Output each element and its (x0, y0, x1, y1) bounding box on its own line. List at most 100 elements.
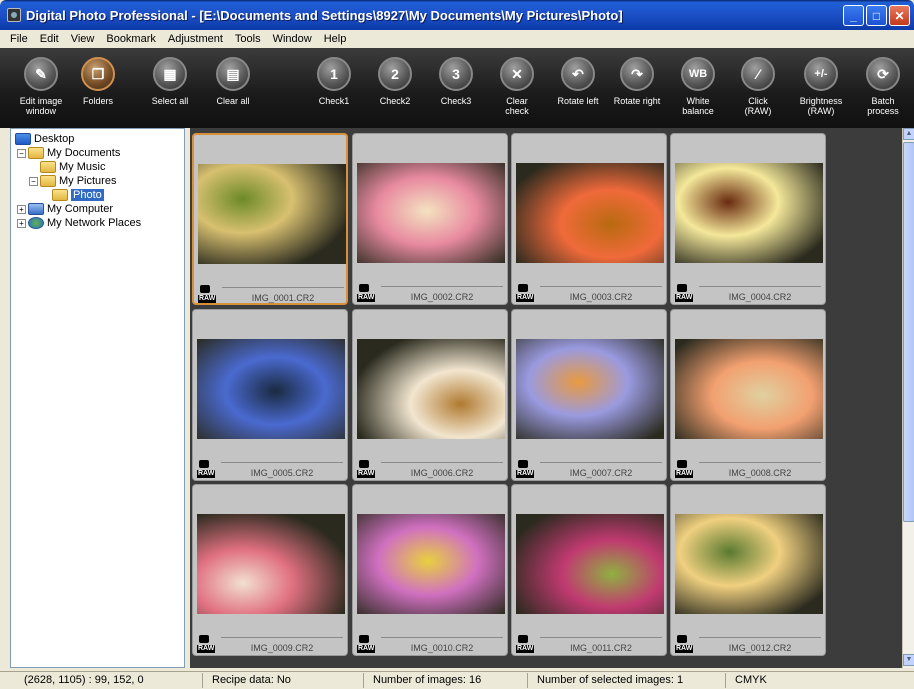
white-balance-icon: WB (681, 57, 715, 91)
menu-adjustment[interactable]: Adjustment (162, 33, 229, 45)
menu-bar: File Edit View Bookmark Adjustment Tools… (0, 30, 914, 48)
status-divider (363, 673, 364, 688)
vertical-scrollbar[interactable]: ▲ ▼ (902, 128, 914, 668)
collapse-expander[interactable]: − (17, 148, 26, 158)
thumbnail-card[interactable]: RAW IMG_0008.CR2 (670, 309, 826, 481)
thumbnail-image (197, 339, 345, 439)
check3-button[interactable]: 3 Check3 (426, 48, 486, 128)
thumbnail-card[interactable]: RAW IMG_0006.CR2 (352, 309, 508, 481)
menu-bookmark[interactable]: Bookmark (100, 33, 162, 45)
folders-button[interactable]: ❐ Folders (68, 48, 128, 128)
click-raw-button[interactable]: ⁄ Click (RAW) (728, 48, 788, 128)
brightness-raw-button[interactable]: +/- Brightness (RAW) (791, 48, 851, 128)
thumbnail-card[interactable]: RAW IMG_0012.CR2 (670, 484, 826, 656)
tree-item-my-network-places[interactable]: + My Network Places (15, 216, 180, 230)
thumbnail-image (357, 163, 505, 263)
menu-help[interactable]: Help (318, 33, 353, 45)
menu-window[interactable]: Window (267, 33, 318, 45)
app-icon[interactable] (7, 8, 21, 22)
collapse-expander[interactable]: − (29, 176, 38, 186)
thumbnail-separator (221, 637, 343, 638)
thumbnail-filename: IMG_0007.CR2 (569, 468, 633, 478)
edit-image-window-button[interactable]: ✎ Edit image window (11, 48, 71, 128)
brightness-raw-label: Brightness (RAW) (799, 96, 843, 116)
folder-icon (52, 189, 68, 201)
tree-item-my-music[interactable]: My Music (15, 160, 180, 174)
camera-icon (199, 460, 209, 468)
scroll-up-button[interactable]: ▲ (903, 128, 914, 140)
thumbnail-card[interactable]: RAW IMG_0011.CR2 (511, 484, 667, 656)
check2-label: Check2 (379, 96, 411, 106)
title-bar[interactable]: Digital Photo Professional - [E:\Documen… (0, 0, 914, 30)
check1-button[interactable]: 1 Check1 (304, 48, 364, 128)
clear-all-label: Clear all (216, 96, 250, 106)
raw-badge: RAW (198, 295, 217, 303)
thumbnail-card[interactable]: RAW IMG_0001.CR2 (192, 133, 348, 305)
camera-icon (359, 460, 369, 468)
thumbnail-image (198, 164, 346, 264)
batch-process-button[interactable]: ⟳ Batch process (853, 48, 913, 128)
expand-expander[interactable]: + (17, 218, 26, 228)
status-num-images: Number of images: 16 (373, 674, 482, 686)
thumbnail-card[interactable]: RAW IMG_0005.CR2 (192, 309, 348, 481)
camera-icon (518, 460, 528, 468)
select-all-button[interactable]: ▦ Select all (140, 48, 200, 128)
thumbnail-card[interactable]: RAW IMG_0002.CR2 (352, 133, 508, 305)
brightness-icon: +/- (804, 57, 838, 91)
thumbnail-image (357, 339, 505, 439)
menu-view[interactable]: View (65, 33, 101, 45)
scroll-thumb[interactable] (903, 142, 914, 522)
expand-expander[interactable]: + (17, 204, 26, 214)
thumbnail-separator (222, 287, 344, 288)
check2-button[interactable]: 2 Check2 (365, 48, 425, 128)
rotate-right-button[interactable]: ↷ Rotate right (607, 48, 667, 128)
thumbnail-separator (381, 462, 503, 463)
camera-icon (199, 635, 209, 643)
thumbnail-image (675, 514, 823, 614)
menu-file[interactable]: File (4, 33, 34, 45)
tree-item-label: My Network Places (47, 217, 142, 229)
thumbnail-image (516, 514, 664, 614)
raw-badge: RAW (516, 294, 535, 302)
edit-image-window-icon: ✎ (24, 57, 58, 91)
thumbnail-filename: IMG_0010.CR2 (410, 643, 474, 653)
thumbnail-card[interactable]: RAW IMG_0010.CR2 (352, 484, 508, 656)
tree-item-label: Desktop (34, 133, 75, 145)
tree-item-photo[interactable]: Photo (15, 188, 180, 202)
thumbnail-grid[interactable]: RAW IMG_0001.CR2 RAW IMG_0002.CR2 RAW IMG_000… (190, 128, 902, 668)
check2-icon: 2 (378, 57, 412, 91)
status-divider (527, 673, 528, 688)
thumbnail-filename: IMG_0012.CR2 (728, 643, 792, 653)
click-raw-label: Click (RAW) (744, 96, 772, 116)
menu-edit[interactable]: Edit (34, 33, 65, 45)
tree-item-label: My Computer (47, 203, 114, 215)
tree-item-my-documents[interactable]: − My Documents (15, 146, 180, 160)
thumbnail-card[interactable]: RAW IMG_0009.CR2 (192, 484, 348, 656)
raw-badge: RAW (357, 645, 376, 653)
camera-icon (359, 635, 369, 643)
rotate-left-icon: ↶ (561, 57, 595, 91)
maximize-button[interactable]: □ (866, 5, 887, 26)
folder-tree[interactable]: Desktop − My Documents My Music − My Pic… (10, 128, 185, 668)
folders-icon: ❐ (81, 57, 115, 91)
minimize-button[interactable]: _ (843, 5, 864, 26)
clear-all-button[interactable]: ▤ Clear all (203, 48, 263, 128)
tree-item-label: My Music (59, 161, 106, 173)
thumbnail-card[interactable]: RAW IMG_0003.CR2 (511, 133, 667, 305)
status-color-mode: CMYK (735, 674, 767, 686)
close-button[interactable]: ✕ (889, 5, 910, 26)
thumbnail-card[interactable]: RAW IMG_0007.CR2 (511, 309, 667, 481)
tree-item-desktop[interactable]: Desktop (15, 132, 180, 146)
tree-item-my-pictures[interactable]: − My Pictures (15, 174, 180, 188)
folder-icon (40, 175, 56, 187)
clear-check-button[interactable]: ✕ Clear check (487, 48, 547, 128)
scroll-down-button[interactable]: ▼ (903, 654, 914, 666)
tree-item-my-computer[interactable]: + My Computer (15, 202, 180, 216)
camera-icon (359, 284, 369, 292)
menu-tools[interactable]: Tools (229, 33, 267, 45)
white-balance-button[interactable]: WB White balance (668, 48, 728, 128)
rotate-left-button[interactable]: ↶ Rotate left (548, 48, 608, 128)
thumbnail-card[interactable]: RAW IMG_0004.CR2 (670, 133, 826, 305)
folder-icon (40, 161, 56, 173)
camera-icon (677, 284, 687, 292)
